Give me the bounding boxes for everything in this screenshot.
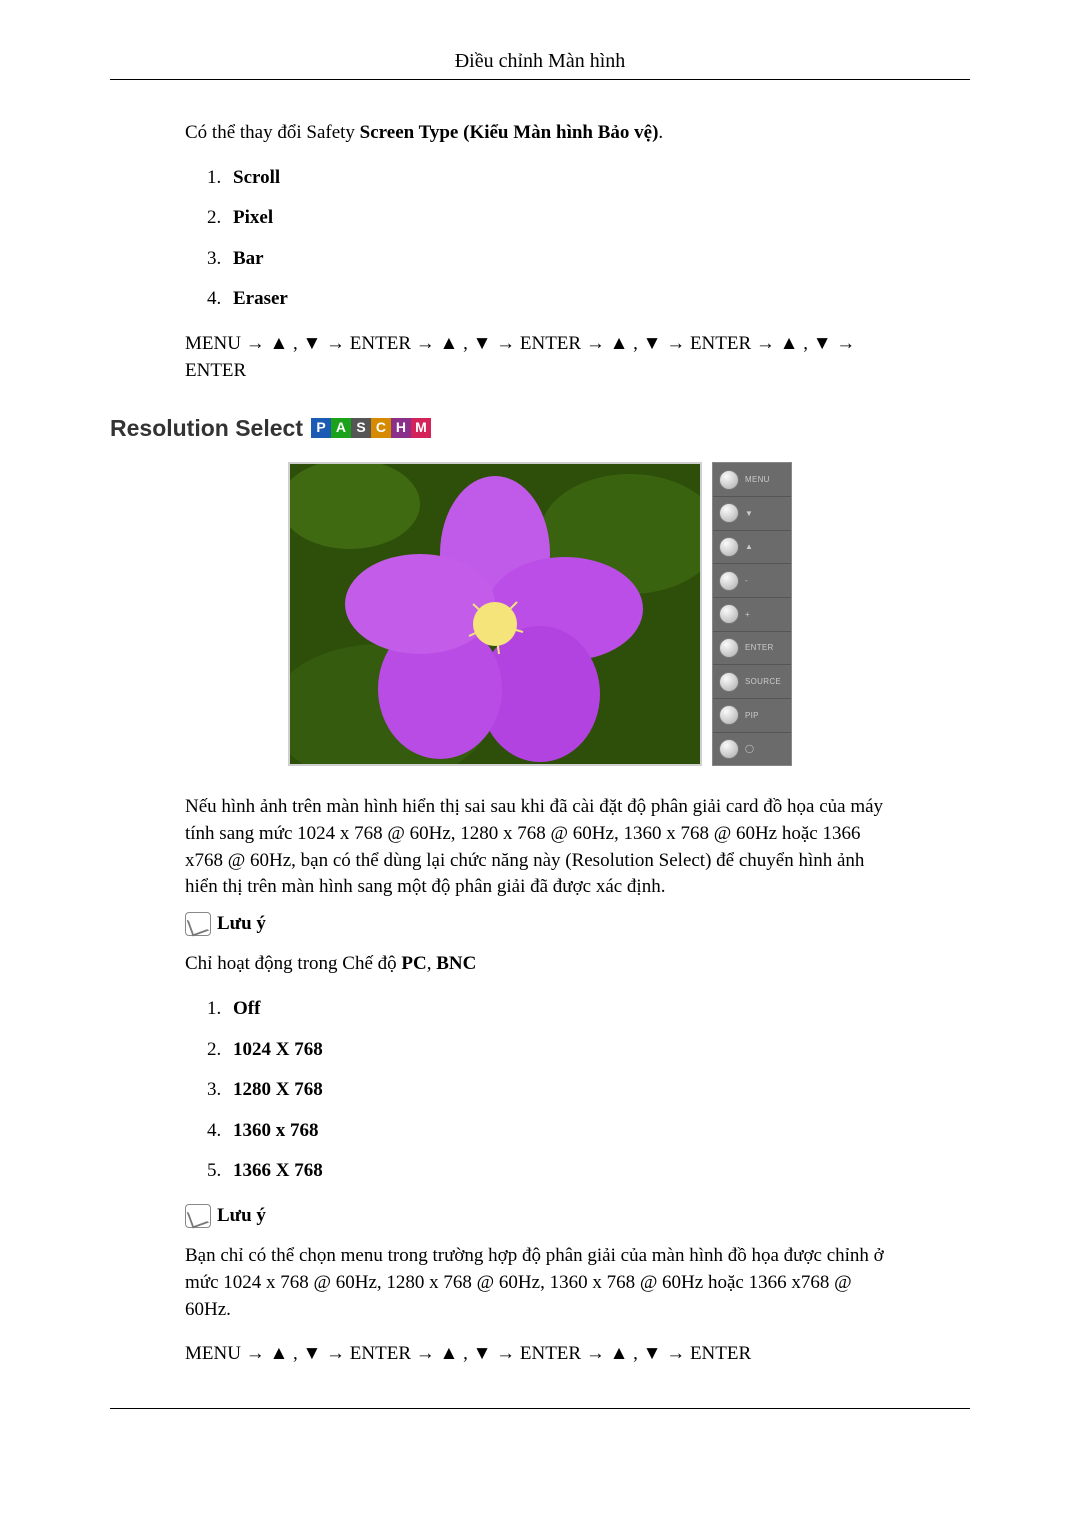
note1-prefix: Chỉ hoạt động trong Chế độ <box>185 953 401 974</box>
note-1-text: Chỉ hoạt động trong Chế độ PC, BNC <box>185 951 895 978</box>
badge-c: C <box>371 418 391 438</box>
note-label: Lưu ý <box>217 911 266 938</box>
intro-text: Có thể thay đổi Safety Screen Type (Kiểu… <box>185 120 895 147</box>
button-icon <box>719 604 739 624</box>
button-icon <box>719 739 739 759</box>
option-eraser: Eraser <box>233 288 288 309</box>
panel-btn-minus[interactable]: - <box>713 564 791 598</box>
figure-row: MENU ▼ ▲ - + ENTER SOURCE PIP ◯ <box>185 462 895 766</box>
menu-navigation-2: MENU → ▲ , ▼ → ENTER → ▲ , ▼ → ENTER → ▲… <box>185 1341 895 1368</box>
option-scroll: Scroll <box>233 167 280 188</box>
list-item: 4.1360 x 768 <box>207 1118 895 1145</box>
button-icon <box>719 638 739 658</box>
button-icon <box>719 571 739 591</box>
option-1366: 1366 X 768 <box>233 1160 323 1181</box>
button-icon <box>719 705 739 725</box>
list-item: 1.Off <box>207 996 895 1023</box>
note-icon <box>185 1204 211 1228</box>
note-2-text: Bạn chỉ có thể chọn menu trong trường hợ… <box>185 1243 895 1323</box>
badge-a: A <box>331 418 351 438</box>
option-1024: 1024 X 768 <box>233 1039 323 1060</box>
section-heading-resolution-select: Resolution Select P A S C H M <box>110 412 895 444</box>
button-icon <box>719 503 739 523</box>
intro-prefix: Có thể thay đổi Safety <box>185 122 360 143</box>
panel-btn-menu[interactable]: MENU <box>713 463 791 497</box>
badge-p: P <box>311 418 331 438</box>
list-item: 1.Scroll <box>207 165 895 192</box>
option-off: Off <box>233 998 260 1019</box>
option-bar: Bar <box>233 248 264 269</box>
button-icon <box>719 672 739 692</box>
mode-badges: P A S C H M <box>311 418 431 438</box>
note-icon <box>185 912 211 936</box>
note-label: Lưu ý <box>217 1203 266 1230</box>
button-icon <box>719 537 739 557</box>
note-2: Lưu ý <box>185 1203 895 1230</box>
panel-label: ENTER <box>745 642 774 653</box>
section-title: Resolution Select <box>110 412 303 444</box>
panel-label: ▲ <box>745 541 753 552</box>
panel-label: - <box>745 575 748 586</box>
list-item: 5.1366 X 768 <box>207 1158 895 1185</box>
panel-btn-enter[interactable]: ENTER <box>713 632 791 666</box>
resolution-options-list: 1.Off 2.1024 X 768 3.1280 X 768 4.1360 x… <box>185 996 895 1185</box>
intro-suffix: . <box>658 122 663 143</box>
safety-options-list: 1.Scroll 2.Pixel 3.Bar 4.Eraser <box>185 165 895 313</box>
panel-label: MENU <box>745 474 770 485</box>
badge-m: M <box>411 418 431 438</box>
menu-navigation-1: MENU → ▲ , ▼ → ENTER → ▲ , ▼ → ENTER → ▲… <box>185 331 895 384</box>
panel-label: ◯ <box>745 743 754 754</box>
option-1280: 1280 X 768 <box>233 1079 323 1100</box>
preview-image-flower <box>288 462 702 766</box>
panel-btn-up[interactable]: ▲ <box>713 531 791 565</box>
panel-label: + <box>745 609 750 620</box>
panel-label: ▼ <box>745 508 753 519</box>
panel-btn-down[interactable]: ▼ <box>713 497 791 531</box>
list-item: 4.Eraser <box>207 286 895 313</box>
monitor-button-panel: MENU ▼ ▲ - + ENTER SOURCE PIP ◯ <box>712 462 792 766</box>
option-pixel: Pixel <box>233 207 273 228</box>
list-item: 2.1024 X 768 <box>207 1037 895 1064</box>
note1-pc: PC <box>401 953 426 974</box>
panel-btn-source[interactable]: SOURCE <box>713 665 791 699</box>
list-item: 3.Bar <box>207 246 895 273</box>
note1-bnc: BNC <box>436 953 476 974</box>
badge-s: S <box>351 418 371 438</box>
panel-btn-pip[interactable]: PIP <box>713 699 791 733</box>
resolution-paragraph: Nếu hình ảnh trên màn hình hiển thị sai … <box>185 794 895 900</box>
page-header: Điều chỉnh Màn hình <box>110 50 970 73</box>
panel-label: SOURCE <box>745 676 781 687</box>
panel-btn-power[interactable]: ◯ <box>713 733 791 766</box>
list-item: 3.1280 X 768 <box>207 1077 895 1104</box>
option-1360: 1360 x 768 <box>233 1120 319 1141</box>
bottom-rule <box>110 1408 970 1409</box>
note-1: Lưu ý <box>185 911 895 938</box>
top-rule <box>110 79 970 80</box>
badge-h: H <box>391 418 411 438</box>
list-item: 2.Pixel <box>207 205 895 232</box>
note1-mid: , <box>427 953 437 974</box>
panel-btn-plus[interactable]: + <box>713 598 791 632</box>
panel-label: PIP <box>745 710 759 721</box>
button-icon <box>719 470 739 490</box>
intro-bold: Screen Type (Kiểu Màn hình Bảo vệ) <box>360 122 659 143</box>
